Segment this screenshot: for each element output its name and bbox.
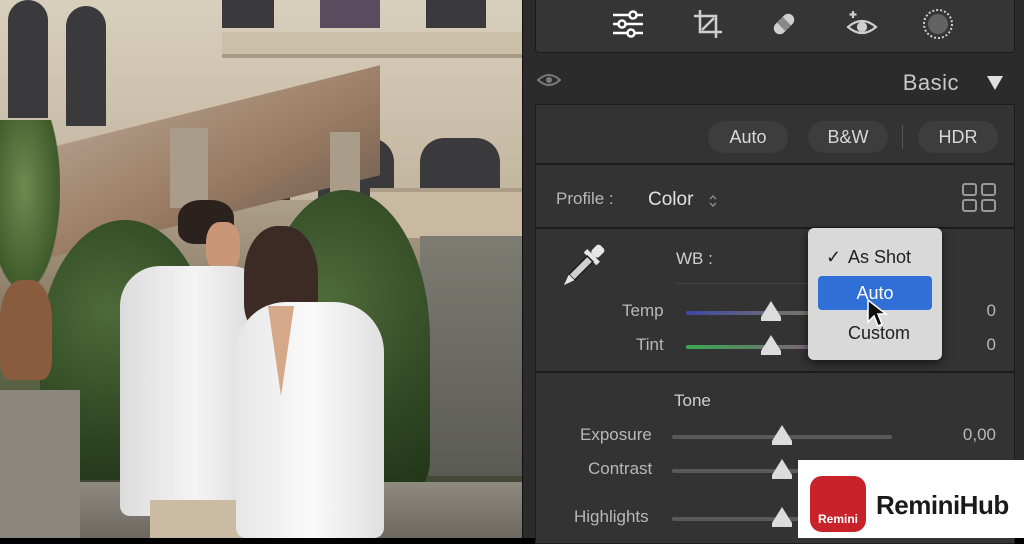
profile-select[interactable]: Color: [646, 185, 726, 213]
section-title: Basic: [902, 70, 959, 95]
crop-icon[interactable]: [688, 6, 728, 42]
menu-item-label: As Shot: [848, 246, 912, 267]
sliders-icon[interactable]: [608, 6, 648, 42]
healing-bandage-icon[interactable]: [764, 6, 804, 42]
brand-logo-icon: Remini: [810, 476, 866, 532]
bw-button[interactable]: B&W: [808, 121, 888, 153]
visibility-eye-icon[interactable]: [537, 72, 561, 88]
watermark-badge: Remini ReminiHub: [798, 460, 1024, 538]
red-eye-icon[interactable]: [842, 6, 882, 42]
temp-value: 0: [986, 301, 996, 320]
exposure-value: 0,00: [962, 425, 996, 444]
temp-label: Temp: [622, 301, 664, 320]
develop-panel: Basic Auto B&W HDR Profile : Color WB : …: [522, 0, 1024, 544]
exposure-thumb[interactable]: [772, 425, 792, 445]
divider: [902, 125, 903, 149]
menu-item-as-shot[interactable]: ✓ As Shot: [808, 240, 942, 274]
profile-browser-grid-icon[interactable]: [962, 183, 998, 213]
photo-canvas: [0, 0, 522, 538]
window: [66, 6, 106, 126]
balcony-rail: [222, 32, 522, 58]
updown-chevron-icon: [709, 194, 717, 208]
highlights-label: Highlights: [574, 507, 649, 526]
woman-figure: [232, 226, 386, 538]
window: [426, 0, 486, 28]
treatment-row: Auto B&W HDR: [535, 104, 1015, 164]
profile-label: Profile :: [556, 189, 614, 208]
profile-row: Profile : Color: [535, 164, 1015, 228]
highlights-thumb[interactable]: [772, 507, 792, 527]
urn-planter: [0, 280, 52, 380]
window: [320, 0, 380, 28]
wb-dropdown-menu: ✓ As Shot Auto Custom: [808, 228, 942, 360]
tool-strip: [535, 0, 1015, 53]
window: [8, 0, 48, 118]
hdr-button[interactable]: HDR: [918, 121, 998, 153]
brand-name: ReminiHub: [876, 490, 1009, 520]
window: [222, 0, 274, 28]
eyedropper-icon[interactable]: [554, 237, 612, 295]
collapse-triangle-icon[interactable]: [987, 76, 1003, 90]
stone-wall: [420, 236, 522, 476]
tint-value: 0: [986, 335, 996, 354]
auto-button[interactable]: Auto: [708, 121, 788, 153]
exposure-label: Exposure: [580, 425, 652, 444]
brand-logo-text: Remini: [817, 512, 858, 526]
pillar: [170, 128, 208, 208]
stone-pedestal: [0, 390, 80, 538]
potted-palm: [0, 120, 60, 290]
checkmark-icon: ✓: [826, 246, 842, 267]
basic-section-header[interactable]: Basic: [535, 60, 1013, 104]
white-balance-group: WB : Temp 0 Tint 0: [535, 228, 1015, 372]
exposure-slider[interactable]: [672, 425, 892, 451]
tint-label: Tint: [636, 335, 664, 354]
masking-circle-icon[interactable]: [918, 6, 958, 42]
contrast-thumb[interactable]: [772, 459, 792, 479]
woman-cardigan: [236, 302, 384, 538]
mouse-pointer-icon: [867, 298, 888, 328]
tone-title: Tone: [674, 391, 711, 410]
tint-thumb[interactable]: [761, 335, 781, 355]
wb-label: WB :: [676, 249, 713, 268]
profile-value: Color: [648, 189, 694, 210]
contrast-label: Contrast: [588, 459, 653, 478]
temp-thumb[interactable]: [761, 301, 781, 321]
